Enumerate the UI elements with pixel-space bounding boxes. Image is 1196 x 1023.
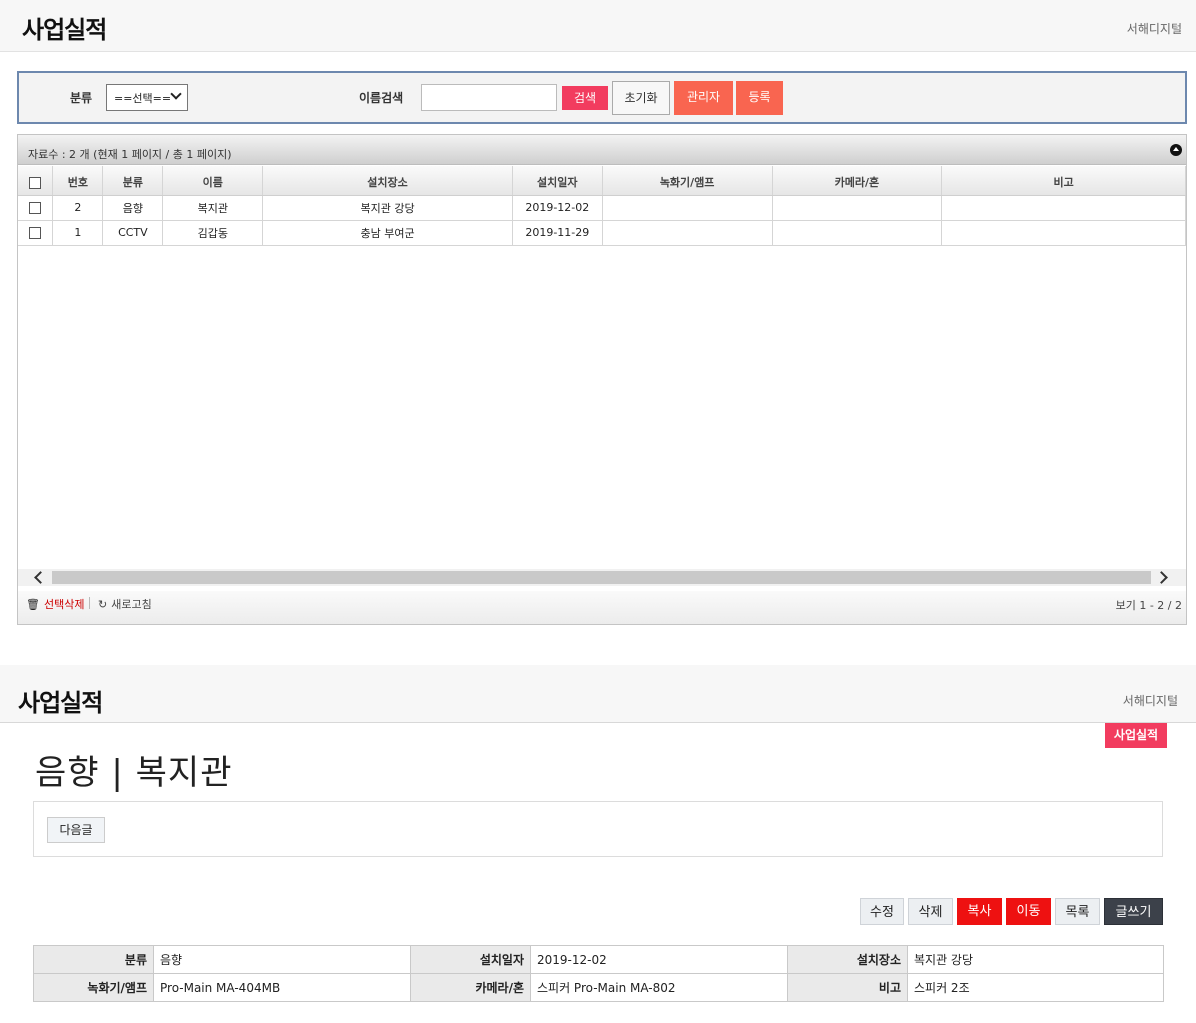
grid-pager: 🗑 선택삭제 ↻ 새로고침 보기 1 - 2 / 2 (18, 591, 1186, 624)
next-post-button[interactable]: 다음글 (47, 817, 105, 843)
cell-name[interactable]: 복지관 (162, 195, 264, 221)
info-value: Pro-Main MA-404MB (153, 973, 411, 1002)
row-checkbox[interactable] (18, 220, 54, 246)
register-button[interactable]: 등록 (736, 81, 783, 115)
name-search-label: 이름검색 (359, 91, 404, 105)
post-nav-box: 다음글 (33, 801, 1163, 857)
info-row: 분류 음향 설치일자 2019-12-02 설치장소 복지관 강당 (33, 945, 1164, 974)
column-header[interactable]: 녹화기/앰프 (602, 166, 773, 196)
table-row[interactable]: 1 CCTV 김갑동 충남 부여군 2019-11-29 (18, 220, 1186, 246)
info-label: 분류 (33, 945, 154, 974)
delete-button[interactable]: 삭제 (908, 898, 953, 925)
cell-place: 복지관 강당 (262, 195, 513, 221)
cell-recorder (602, 195, 773, 221)
cell-date: 2019-11-29 (512, 220, 603, 246)
grid-caption: 자료수 : 2 개 (현재 1 페이지 / 총 1 페이지) (28, 148, 232, 161)
detail-page-title: 사업실적 (18, 689, 103, 717)
copy-button[interactable]: 복사 (957, 898, 1002, 925)
refresh-label: 새로고침 (111, 598, 152, 611)
info-label: 녹화기/앰프 (33, 973, 154, 1002)
cell-camera (772, 220, 943, 246)
category-select[interactable]: ==선택== (106, 84, 188, 111)
cell-name[interactable]: 김갑동 (162, 220, 264, 246)
info-value: 스피커 2조 (907, 973, 1164, 1002)
cell-camera (772, 195, 943, 221)
cell-note (941, 220, 1186, 246)
scroll-right-icon[interactable] (1155, 571, 1168, 584)
scrollbar-thumb[interactable] (52, 571, 1151, 584)
company-name: 서해디지털 (1126, 22, 1182, 36)
chevron-down-icon (170, 88, 182, 100)
detail-info-table: 분류 음향 설치일자 2019-12-02 설치장소 복지관 강당 녹화기/앰프… (33, 945, 1164, 1002)
name-search-input[interactable] (421, 84, 557, 111)
reset-button[interactable]: 초기화 (612, 81, 670, 115)
cell-category: 음향 (102, 195, 164, 221)
write-button[interactable]: 글쓰기 (1104, 898, 1163, 925)
row-checkbox[interactable] (18, 195, 54, 221)
collapse-icon[interactable] (1170, 144, 1182, 156)
column-header[interactable]: 번호 (52, 166, 104, 196)
category-select-value: ==선택== (114, 92, 172, 105)
scroll-left-icon[interactable] (34, 571, 47, 584)
column-header[interactable]: 비고 (941, 166, 1186, 196)
cell-no: 1 (52, 220, 104, 246)
delete-selected-label: 선택삭제 (43, 598, 85, 611)
delete-selected-button[interactable]: 🗑 선택삭제 (26, 596, 84, 612)
info-row: 녹화기/앰프 Pro-Main MA-404MB 카메라/혼 스피커 Pro-M… (33, 973, 1164, 1002)
info-value: 복지관 강당 (907, 945, 1164, 974)
info-value: 스피커 Pro-Main MA-802 (530, 973, 788, 1002)
trash-icon: 🗑 (26, 598, 40, 611)
column-header[interactable]: 이름 (162, 166, 264, 196)
grid-table: 번호 분류 이름 설치장소 설치일자 녹화기/앰프 카메라/혼 비고 2 음향 … (18, 166, 1186, 246)
cell-recorder (602, 220, 773, 246)
admin-button[interactable]: 관리자 (674, 81, 733, 115)
list-button[interactable]: 목록 (1055, 898, 1100, 925)
info-label: 카메라/혼 (410, 973, 531, 1002)
post-title: 음향 | 복지관 (35, 753, 233, 793)
edit-button[interactable]: 수정 (860, 898, 904, 925)
category-badge[interactable]: 사업실적 (1105, 723, 1167, 748)
grid-caption-bar: 자료수 : 2 개 (현재 1 페이지 / 총 1 페이지) (18, 135, 1186, 165)
search-panel: 분류 ==선택== 이름검색 검색 초기화 관리자 등록 (17, 71, 1187, 124)
category-label: 분류 (70, 91, 93, 105)
info-label: 설치일자 (410, 945, 531, 974)
info-label: 비고 (787, 973, 908, 1002)
detail-company-name: 서해디지털 (1122, 694, 1178, 708)
detail-header: 사업실적 서해디지털 (0, 665, 1196, 723)
results-grid: 자료수 : 2 개 (현재 1 페이지 / 총 1 페이지) 번호 분류 이름 … (17, 134, 1187, 625)
cell-note (941, 195, 1186, 221)
page-header: 사업실적 서해디지털 (0, 0, 1196, 52)
divider (89, 597, 90, 609)
select-all-checkbox[interactable] (18, 166, 54, 196)
horizontal-scrollbar[interactable] (18, 569, 1186, 586)
column-header[interactable]: 분류 (102, 166, 164, 196)
column-header[interactable]: 카메라/혼 (772, 166, 943, 196)
page-title: 사업실적 (22, 16, 107, 44)
refresh-button[interactable]: ↻ 새로고침 (98, 596, 152, 612)
search-button[interactable]: 검색 (562, 86, 608, 110)
cell-no: 2 (52, 195, 104, 221)
cell-category: CCTV (102, 220, 164, 246)
view-range-info: 보기 1 - 2 / 2 (1115, 599, 1182, 612)
cell-date: 2019-12-02 (512, 195, 603, 221)
info-value: 2019-12-02 (530, 945, 788, 974)
table-row[interactable]: 2 음향 복지관 복지관 강당 2019-12-02 (18, 195, 1186, 221)
cell-place: 충남 부여군 (262, 220, 513, 246)
info-label: 설치장소 (787, 945, 908, 974)
column-header[interactable]: 설치일자 (512, 166, 603, 196)
grid-header-row: 번호 분류 이름 설치장소 설치일자 녹화기/앰프 카메라/혼 비고 (18, 166, 1186, 196)
refresh-icon: ↻ (98, 598, 108, 611)
info-value: 음향 (153, 945, 411, 974)
column-header[interactable]: 설치장소 (262, 166, 513, 196)
move-button[interactable]: 이동 (1006, 898, 1051, 925)
